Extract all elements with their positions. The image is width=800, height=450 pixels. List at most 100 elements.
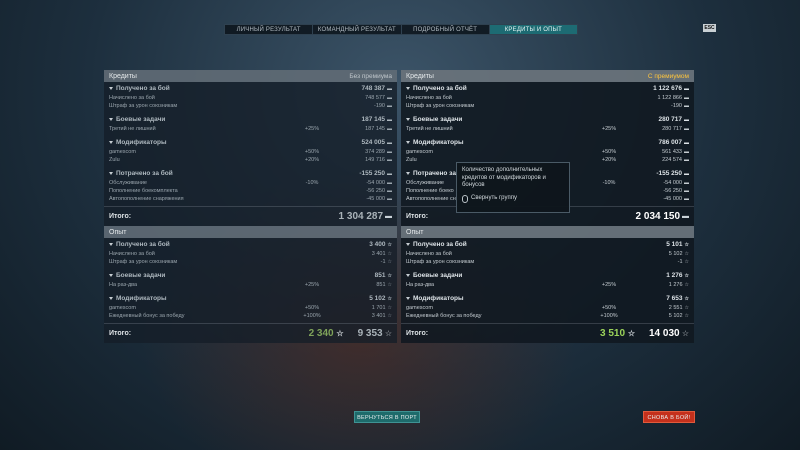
credits-icon: ▬ [387,157,392,163]
result-tabs: ЛИЧНЫЙ РЕЗУЛЬТАТ КОМАНДНЫЙ РЕЗУЛЬТАТ ПОД… [224,24,578,35]
group-header[interactable]: Модификаторы 786 007 ▬ [401,137,694,148]
collapse-triangle-icon [109,171,113,175]
premium-status: С премиумом [647,72,689,80]
row-label: Ежедневный бонус за победу [406,313,482,319]
group-title: Потрачено за бой [109,170,173,177]
group-title: Модификаторы [109,295,167,302]
row-label: Третий не лишний [406,126,453,132]
group-header[interactable]: Боевые задачи 187 145 ▬ [104,114,397,125]
tab-detailed-report[interactable]: ПОДРОБНЫЙ ОТЧЁТ [402,25,490,34]
free-xp-value: 3 510 ☆ [600,328,635,339]
return-to-port-button[interactable]: ВЕРНУТЬСЯ В ПОРТ [354,411,420,423]
xp-icon: ☆ [684,273,689,279]
collapse-triangle-icon [406,242,410,246]
credits-icon: ▬ [387,188,392,194]
collapse-triangle-icon [406,140,410,144]
premium-status: Без премиума [349,72,392,80]
xp-section: Получено за бой 3 400 ☆ Начислено за бой 3 4… [104,238,397,323]
group-header[interactable]: Боевые задачи 1 276 ☆ [401,270,694,281]
esc-button[interactable]: ESC [703,24,716,32]
group-header[interactable]: Модификаторы 7 653 ☆ [401,293,694,304]
row-value: 3 401 ☆ [371,313,392,319]
row-value: 2 551 ☆ [668,305,689,311]
group-value: 187 145 ▬ [361,116,393,123]
row-percent: +25% [601,126,617,132]
group-title: Модификаторы [406,295,464,302]
group-header[interactable]: Получено за бой 5 101 ☆ [401,239,694,250]
collapse-triangle-icon [109,140,113,144]
xp-total-row: Итого: 3 510 ☆ 14 030 ☆ [401,323,694,343]
group-header[interactable]: Получено за бой 1 122 676 ▬ [401,83,694,94]
tab-personal-result[interactable]: ЛИЧНЫЙ РЕЗУЛЬТАТ [225,25,314,34]
collapse-triangle-icon [406,171,410,175]
xp-icon: ☆ [387,313,392,319]
collapse-triangle-icon [109,117,113,121]
group-value: -155 250 ▬ [656,170,689,177]
row-value: 187 145 ▬ [365,126,392,132]
collapse-triangle-icon [109,86,113,90]
row-value: 224 574 ▬ [662,157,689,163]
detail-row: Начислено за бой 5 102 ☆ [401,250,694,258]
credits-icon: ▬ [387,86,392,92]
group-header[interactable]: Потрачено за бой -155 250 ▬ [104,168,397,179]
detail-row: Ежедневный бонус за победу +100% 5 102 ☆ [401,312,694,320]
credits-header: Кредиты Без премиума [104,70,397,82]
group-title: Получено за бой [109,85,170,92]
tab-credits-and-xp[interactable]: КРЕДИТЫ И ОПЫТ [489,25,577,34]
credits-icon: ▬ [680,213,689,220]
battle-again-button[interactable]: СНОВА В БОЙ! [643,411,695,423]
group-title: Потрачено за [406,170,456,177]
xp-header: Опыт [401,226,694,238]
group-title: Боевые задачи [109,116,165,123]
group-header[interactable]: Боевые задачи 851 ☆ [104,270,397,281]
total-credits-value: 2 034 150 [635,211,681,222]
collapse-triangle-icon [109,296,113,300]
row-label: Начислено за бой [406,95,452,101]
group-value: 5 101 ☆ [666,241,689,248]
row-percent: +50% [601,305,617,311]
total-label: Итого: [109,213,132,220]
detail-row: На раз-два +25% 1 276 ☆ [401,281,694,289]
xp-icon: ☆ [684,296,689,302]
row-percent: +20% [601,157,617,163]
credits-icon: ▬ [684,86,689,92]
row-label: Начислено за бой [109,251,155,257]
row-label: gamescom [406,305,433,311]
row-value: -45 000 ▬ [366,196,392,202]
xp-title: Опыт [406,228,424,236]
row-value: -1 ☆ [677,259,689,265]
detail-row: gamescom +50% 561 433 ▬ [401,148,694,156]
group-value: 3 400 ☆ [369,241,392,248]
row-label: Автопополнение снаряжения [109,196,184,202]
column-without-premium: Кредиты Без премиума Получено за бой 748 … [104,70,397,343]
group-value: 1 122 676 ▬ [653,85,689,92]
group-header[interactable]: Модификаторы 5 102 ☆ [104,293,397,304]
row-value: 748 577 ▬ [365,95,392,101]
tab-team-result[interactable]: КОМАНДНЫЙ РЕЗУЛЬТАТ [313,25,402,34]
row-label: Обслуживание [109,180,147,186]
group-header[interactable]: Получено за бой 748 387 ▬ [104,83,397,94]
credits-icon: ▬ [387,117,392,123]
row-value: -56 250 ▬ [663,188,689,194]
credits-icon: ▬ [684,149,689,155]
row-value: 5 102 ☆ [668,313,689,319]
group-header[interactable]: Боевые задачи 280 717 ▬ [401,114,694,125]
xp-icon: ☆ [387,273,392,279]
xp-total-value: 9 353 [357,328,383,339]
group: Получено за бой 1 122 676 ▬ Начислено за бо… [401,82,694,113]
free-xp-icon: ☆ [627,329,635,338]
free-xp-value: 2 340 ☆ [308,328,344,339]
credits-icon: ▬ [684,117,689,123]
row-percent: +50% [304,305,320,311]
group-value: 280 717 ▬ [658,116,690,123]
xp-icon: ☆ [684,242,689,248]
detail-row: Штраф за урон союзникам -190 ▬ [104,102,397,110]
group-header[interactable]: Получено за бой 3 400 ☆ [104,239,397,250]
row-value: -190 ▬ [373,103,392,109]
group-header[interactable]: Модификаторы 524 005 ▬ [104,137,397,148]
credits-icon: ▬ [387,149,392,155]
detail-row: gamescom +50% 374 289 ▬ [104,148,397,156]
xp-total-label: Итого: [406,330,429,337]
group-title: Боевые задачи [406,272,462,279]
xp-total-label: Итого: [109,330,132,337]
